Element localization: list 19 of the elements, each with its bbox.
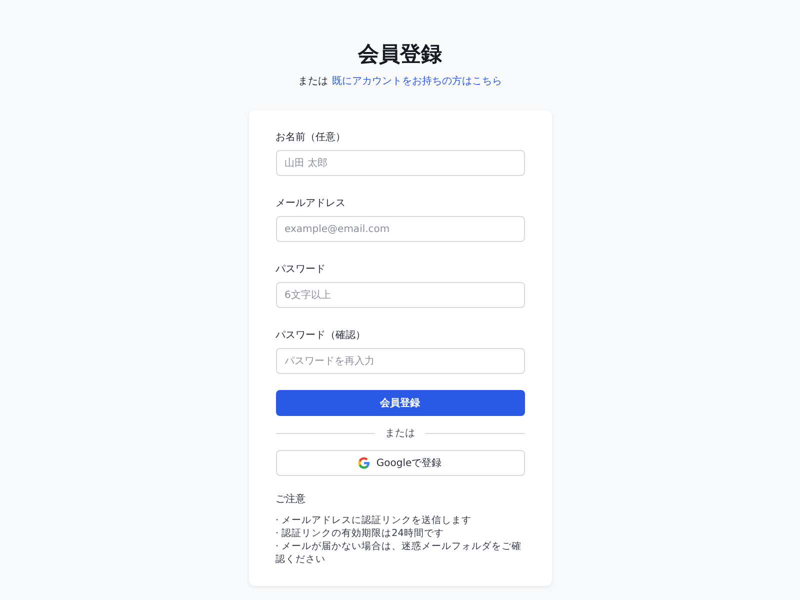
field-label: パスワード xyxy=(276,263,326,276)
note-item: · 認証リンクの有効期限は24時間です xyxy=(276,527,445,540)
google-icon xyxy=(358,457,370,469)
input-field[interactable]: example@email.com xyxy=(276,216,524,242)
input-field[interactable]: 山田 太郎 xyxy=(276,150,524,176)
page-title: 会員登録 xyxy=(358,41,442,68)
input-field[interactable]: パスワードを再入力 xyxy=(276,348,524,374)
register-button[interactable]: 会員登録 xyxy=(276,390,524,416)
google-signup-button[interactable]: Googleで登録 xyxy=(276,450,524,476)
note-item: · メールアドレスに認証リンクを送信します xyxy=(276,514,473,527)
field-label: パスワード（確認） xyxy=(276,328,366,342)
input-field[interactable]: 6文字以上 xyxy=(276,282,524,308)
notes-title: ご注意 xyxy=(276,492,306,506)
login-link[interactable]: 既にアカウントをお持ちの方はこちら xyxy=(332,74,502,88)
note-item: · メールが届かない場合は、迷惑メールフォルダをご確認ください xyxy=(276,540,523,566)
field-label: お名前（任意） xyxy=(276,130,346,144)
field-label: メールアドレス xyxy=(276,197,346,210)
divider-text: または xyxy=(385,427,415,440)
alternative-text: または xyxy=(298,75,328,88)
